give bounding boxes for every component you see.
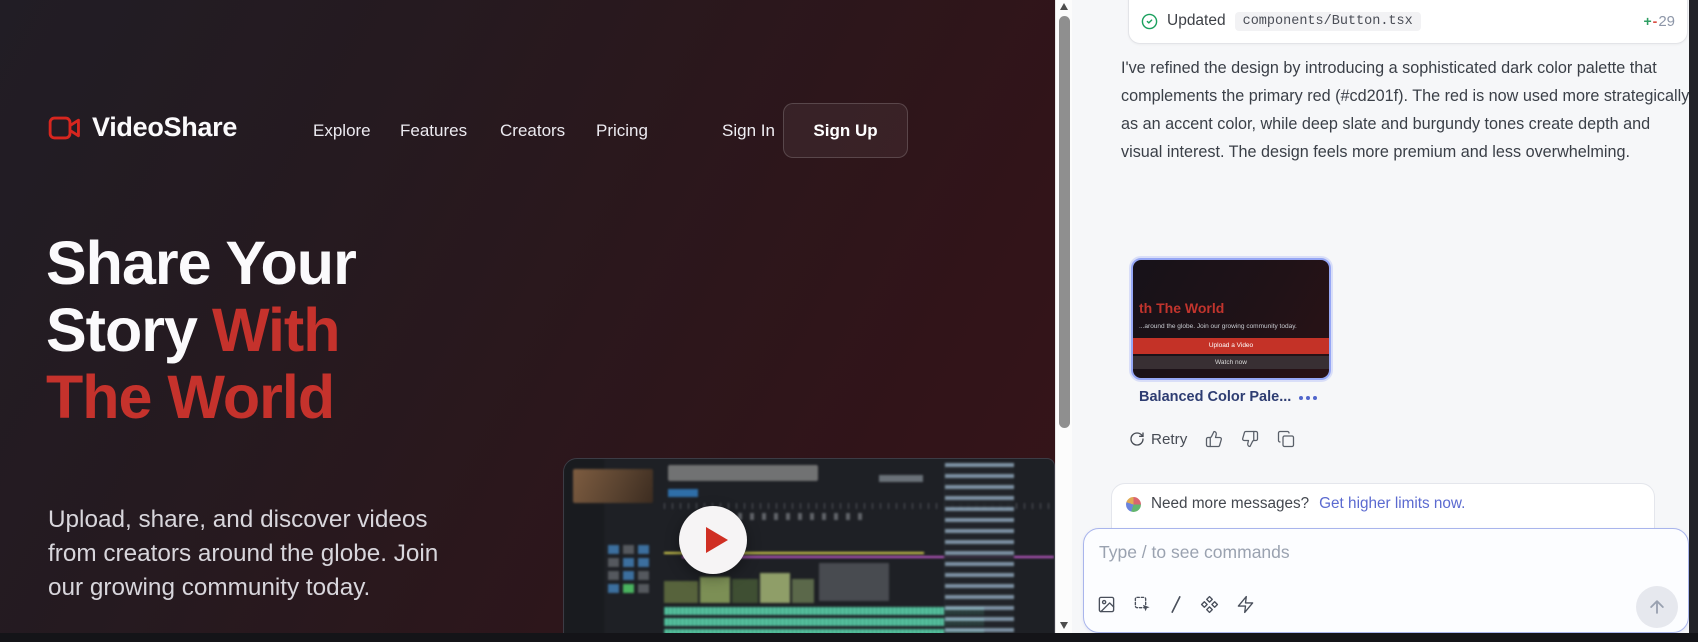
usage-pie-icon [1126,497,1141,512]
scrollbar-down-arrow[interactable] [1060,622,1068,629]
scrollbar-up-arrow[interactable] [1060,3,1068,10]
slash-command-button[interactable] [1169,595,1183,614]
editor-tool-grid [606,543,660,623]
send-button[interactable] [1636,586,1678,628]
thumbnail-heading-fragment: th The World [1139,300,1224,316]
thumbs-down-button[interactable] [1241,430,1259,448]
app-window: VideoShare Explore Features Creators Pri… [0,0,1698,642]
quick-actions-button[interactable] [1236,595,1255,614]
video-editor-image [563,458,1055,642]
thumbs-up-button[interactable] [1205,430,1223,448]
chat-panel: Updated components/Button.tsx + - 29 I'v… [1073,0,1689,633]
nav-link-creators[interactable]: Creators [500,121,565,141]
diff-stat: + - 29 [1643,13,1675,30]
file-update-card[interactable]: Updated components/Button.tsx + - 29 [1128,0,1688,44]
hero-line-2-white: Story [46,296,197,364]
image-icon [1097,595,1116,614]
nav-link-pricing[interactable]: Pricing [596,121,648,141]
lightning-icon [1236,595,1255,614]
diff-minus: - [1653,13,1658,29]
brand[interactable]: VideoShare [48,112,237,143]
play-button[interactable] [679,506,747,574]
version-thumbnail[interactable]: th The World ...around the globe. Join o… [1131,258,1331,380]
message-actions: Retry [1129,430,1295,448]
assistant-message: I've refined the design by introducing a… [1121,54,1689,166]
more-menu-icon[interactable] [1299,396,1303,400]
arrow-up-icon [1647,597,1667,617]
nav-link-explore[interactable]: Explore [313,121,371,141]
retry-icon [1129,431,1145,447]
composer-toolbar [1097,595,1255,614]
thumbnail-primary-button: Upload a Video [1133,338,1329,354]
hero-title: Share Your StoryWith The World [46,230,356,431]
composer [1083,528,1689,633]
editor-preview-thumb [573,469,653,503]
update-status-label: Updated [1167,12,1226,30]
video-editor-detail [564,459,1054,641]
sign-in-link[interactable]: Sign In [722,121,775,141]
copy-button[interactable] [1277,430,1295,448]
thumbnail-secondary-button: Watch now [1133,356,1329,369]
attach-image-button[interactable] [1097,595,1116,614]
updated-file-chip: components/Button.tsx [1235,12,1421,31]
components-button[interactable] [1200,595,1219,614]
select-cursor-icon [1133,595,1152,614]
hero-paragraph: Upload, share, and discover videos from … [48,503,448,605]
play-icon [706,527,728,553]
preview-scrollbar[interactable] [1055,0,1072,633]
nav-link-features[interactable]: Features [400,121,467,141]
diff-count: 29 [1658,13,1675,30]
hero-line-2-red: With [212,296,340,364]
retry-label: Retry [1151,431,1187,448]
sign-up-button[interactable]: Sign Up [783,103,908,158]
diff-plus: + [1643,13,1651,29]
window-bottom-edge [0,633,1698,642]
scrollbar-thumb[interactable] [1059,16,1070,428]
message-input[interactable] [1097,541,1577,564]
copy-icon [1277,430,1295,448]
slash-icon [1169,595,1183,614]
limits-text: Need more messages? [1151,495,1309,513]
version-title: Balanced Color Pale... [1139,389,1291,405]
video-camera-icon [48,115,82,141]
editor-effects-list [944,463,1014,641]
components-icon [1200,595,1219,614]
hero-line-1: Share Your [46,229,356,297]
limits-link[interactable]: Get higher limits now. [1319,495,1465,513]
window-edge [1689,0,1698,642]
thumbs-down-icon [1241,430,1259,448]
hero-line-3: The World [46,363,334,431]
thumbs-up-icon [1205,430,1223,448]
site-preview: VideoShare Explore Features Creators Pri… [0,0,1055,642]
thumbnail-body-fragment: ...around the globe. Join our growing co… [1139,323,1323,330]
retry-button[interactable]: Retry [1129,431,1187,448]
brand-name: VideoShare [92,112,237,143]
check-circle-icon [1141,13,1158,30]
select-element-button[interactable] [1133,595,1152,614]
